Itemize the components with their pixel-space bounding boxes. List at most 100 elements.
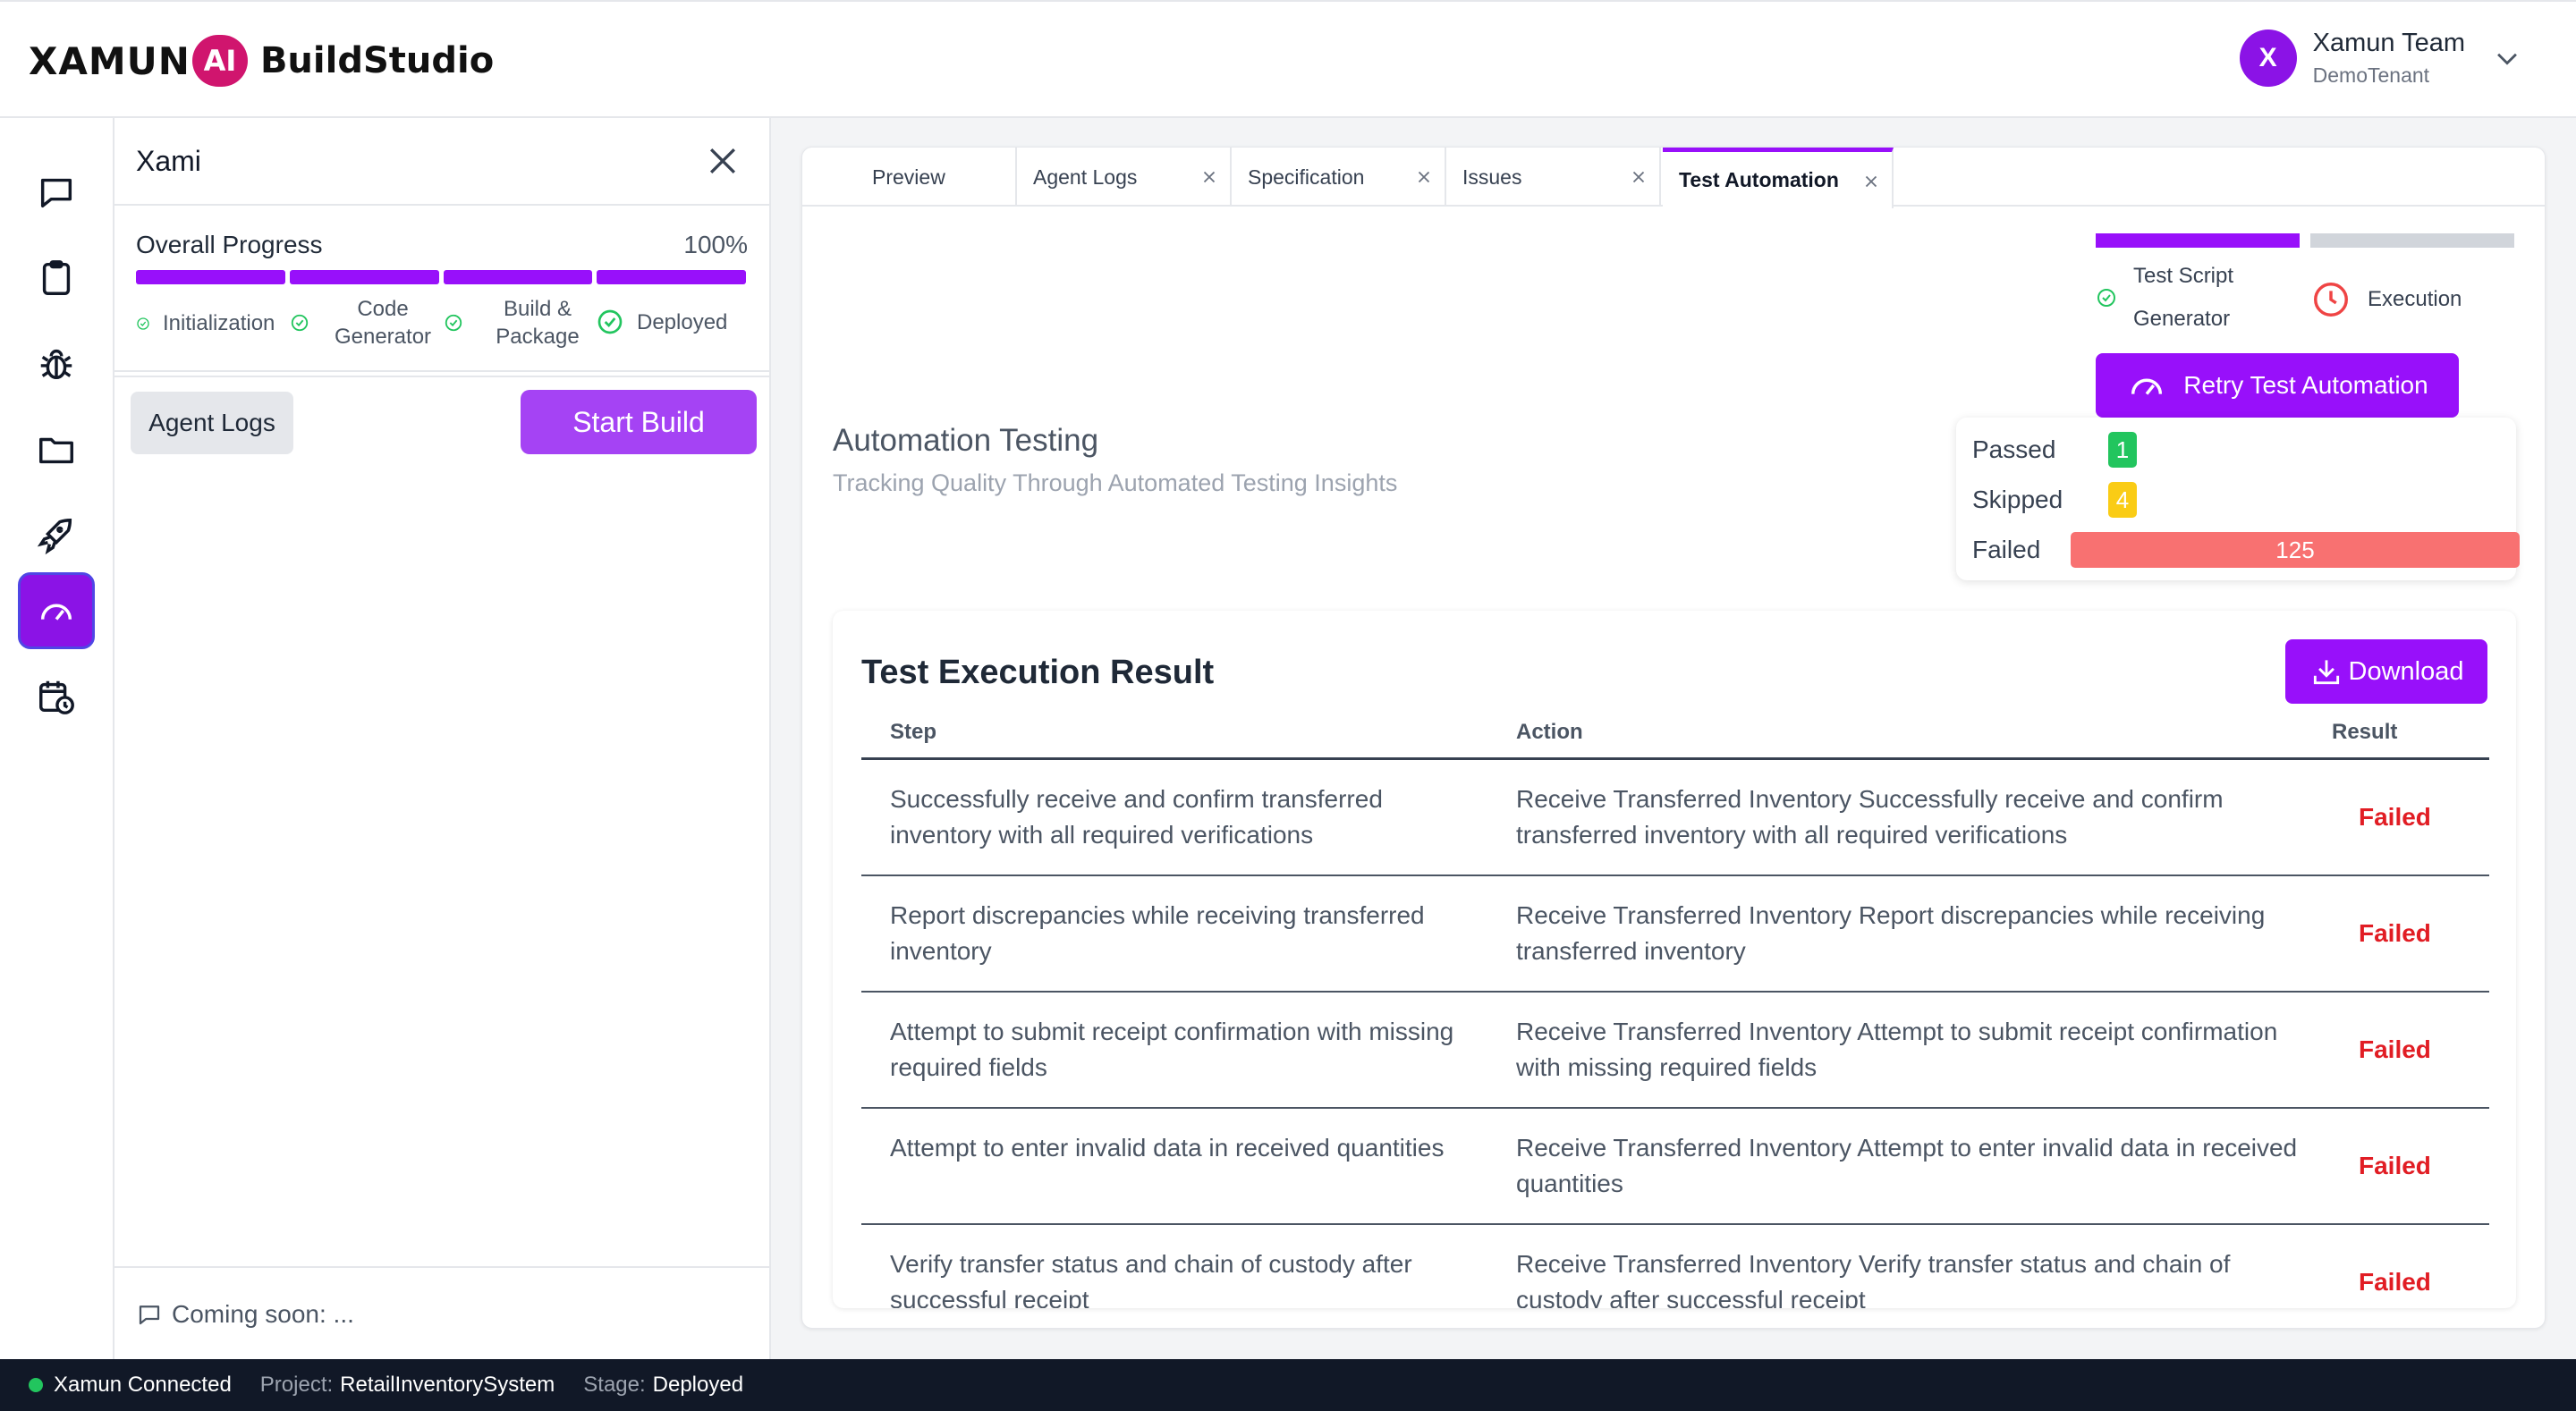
progress-segment [289, 270, 439, 284]
check-circle-icon [291, 314, 309, 332]
coming-soon: Coming soon: ... [136, 1300, 354, 1329]
progress-bar [136, 270, 746, 284]
cell-result: Failed [2359, 1268, 2431, 1296]
tab-label: Specification [1248, 165, 1365, 189]
user-name: Xamun Team [2312, 29, 2465, 57]
cell-result: Failed [2359, 919, 2431, 947]
project-value: RetailInventorySystem [340, 1373, 555, 1397]
tab-bar: Preview Agent Logs Specification Issues … [802, 148, 2545, 208]
tab-label: Test Automation [1679, 168, 1839, 191]
cell-step: Successfully receive and confirm transfe… [890, 785, 1383, 849]
cell-step: Report discrepancies while receiving tra… [890, 901, 1425, 965]
step-label: Test Script Generator [2133, 264, 2234, 331]
automation-title: Automation Testing [833, 423, 1099, 458]
cell-action: Receive Transferred Inventory Report dis… [1516, 901, 2266, 965]
table-row: Attempt to enter invalid data in receive… [861, 1109, 2489, 1225]
panel-actions: Agent Logs Start Build [114, 376, 771, 474]
bug-icon [40, 349, 72, 380]
step-progress-bar-done [2096, 233, 2300, 248]
progress-title: Overall Progress [136, 231, 323, 258]
chevron-down-icon[interactable] [2492, 43, 2522, 73]
user-tenant: DemoTenant [2312, 63, 2430, 87]
table-row: Report discrepancies while receiving tra… [861, 876, 2489, 993]
user-info: Xamun Team DemoTenant [2313, 29, 2465, 88]
download-label: Download [2348, 656, 2464, 686]
step-execution: Execution [2310, 278, 2462, 321]
main-workspace: Preview Agent Logs Specification Issues … [801, 147, 2546, 1329]
progress-segment [443, 270, 593, 284]
cell-step: Attempt to submit receipt confirmation w… [890, 1018, 1454, 1081]
cell-result: Failed [2359, 803, 2431, 831]
cell-step: Attempt to enter invalid data in receive… [890, 1134, 1445, 1162]
step-test-script-generator: Test Script Generator [2096, 255, 2267, 341]
check-circle-icon [445, 314, 462, 332]
test-summary-card: Passed 1 Skipped 4 Failed 125 [1956, 418, 2520, 580]
stage-label: Code Generator [334, 297, 432, 349]
close-icon[interactable] [703, 141, 742, 181]
start-build-button[interactable]: Start Build [521, 390, 757, 454]
avatar: X [2239, 30, 2297, 87]
folder-icon [39, 437, 73, 464]
stage-code-generator: Code Generator [290, 295, 436, 351]
column-header-result: Result [2332, 720, 2398, 744]
nav-folder-button[interactable] [18, 411, 95, 488]
close-icon[interactable] [1199, 167, 1219, 187]
download-icon [2313, 660, 2339, 685]
project-label: Project: [259, 1373, 334, 1397]
panel-title: Xami [136, 145, 201, 177]
tab-preview[interactable]: Preview [802, 148, 1017, 207]
column-header-step: Step [890, 720, 937, 744]
cell-action: Receive Transferred Inventory Attempt to… [1516, 1134, 2298, 1197]
agent-logs-button[interactable]: Agent Logs [131, 392, 293, 454]
nav-chat-button[interactable] [18, 154, 95, 231]
retry-test-automation-button[interactable]: Retry Test Automation [2096, 353, 2459, 418]
stage-label: Deployed [637, 309, 728, 334]
logo-product-name: BuildStudio [259, 40, 495, 81]
check-circle-icon [2097, 289, 2115, 307]
cell-result: Failed [2359, 1152, 2431, 1179]
panel-footer: Coming soon: ... [114, 1266, 771, 1359]
nav-clipboard-button[interactable] [18, 240, 95, 317]
tab-test-automation[interactable]: Test Automation [1663, 148, 1894, 208]
panel-header: Xami [114, 118, 769, 206]
chat-icon [139, 1305, 160, 1325]
tab-label: Agent Logs [1033, 165, 1138, 189]
nav-test-automation-button[interactable] [18, 572, 95, 649]
skipped-bar: 4 [2108, 482, 2137, 518]
close-icon[interactable] [1861, 172, 1881, 191]
nav-deploy-button[interactable] [18, 497, 95, 574]
left-nav-rail [0, 118, 114, 1359]
check-circle-icon [137, 317, 149, 330]
tab-label: Preview [872, 165, 945, 189]
download-button[interactable]: Download [2285, 639, 2487, 704]
column-header-action: Action [1516, 720, 1583, 744]
connection-status-dot [29, 1378, 43, 1392]
cell-step: Verify transfer status and chain of cust… [890, 1250, 1412, 1308]
connection-status: Xamun Connected [54, 1373, 232, 1397]
tab-label: Issues [1462, 165, 1522, 189]
cell-action: Receive Transferred Inventory Verify tra… [1516, 1250, 2231, 1308]
tab-issues[interactable]: Issues [1446, 148, 1661, 207]
stage-label: Stage: [583, 1373, 646, 1397]
logo-wordmark: XAMUN [29, 38, 191, 83]
nav-schedule-button[interactable] [18, 658, 95, 735]
nav-bug-button[interactable] [18, 325, 95, 402]
tab-specification[interactable]: Specification [1232, 148, 1446, 207]
app-header: XAMUN AI BuildStudio X Xamun Team DemoTe… [0, 0, 2576, 118]
results-title: Test Execution Result [861, 654, 1215, 691]
app-logo[interactable]: XAMUN AI BuildStudio [29, 35, 495, 87]
close-icon[interactable] [1629, 167, 1648, 187]
progress-percent: 100% [683, 231, 748, 258]
progress-stages: Initialization Code Generator Build & Pa… [136, 290, 753, 361]
gauge-icon [2131, 378, 2163, 395]
table-row: Attempt to submit receipt confirmation w… [861, 993, 2489, 1109]
summary-failed: Failed 125 [1972, 532, 2520, 570]
stage-value: Deployed [652, 1373, 744, 1397]
retry-label: Retry Test Automation [2183, 371, 2428, 399]
progress-segment [136, 270, 285, 284]
clipboard-icon [42, 260, 71, 295]
close-icon[interactable] [1414, 167, 1434, 187]
stage-label: Initialization [163, 311, 275, 335]
user-menu[interactable]: X Xamun Team DemoTenant [2239, 29, 2522, 88]
tab-agent-logs[interactable]: Agent Logs [1017, 148, 1232, 207]
